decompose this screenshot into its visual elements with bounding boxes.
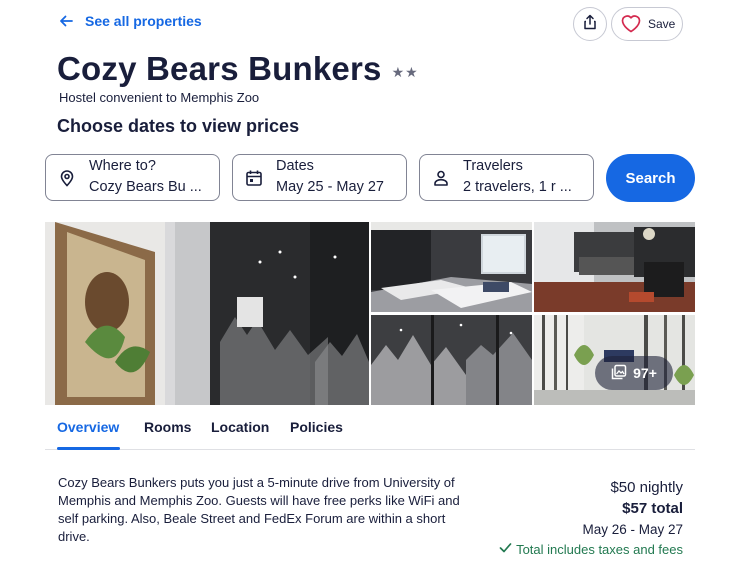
total-price: $57 total	[622, 500, 683, 517]
property-title: Cozy Bears Bunkers	[57, 50, 382, 87]
price-summary: $50 nightly $57 total May 26 - May 27 To…	[499, 478, 683, 560]
gallery-photo-curtains[interactable]	[371, 315, 532, 405]
photo-count-label: 97+	[633, 365, 657, 381]
tab-rooms[interactable]: Rooms	[144, 419, 191, 435]
gallery-photo-main[interactable]	[45, 222, 369, 405]
view-all-photos-button[interactable]: 97+	[595, 356, 673, 390]
dates-value: May 25 - May 27	[276, 179, 384, 195]
price-dates: May 26 - May 27	[582, 522, 683, 537]
arrow-left-icon	[57, 12, 75, 30]
choose-dates-heading: Choose dates to view prices	[57, 116, 300, 136]
nightly-price: $50 nightly	[610, 479, 683, 496]
person-icon	[432, 169, 450, 187]
section-tabs: Overview Rooms Location Policies	[45, 410, 695, 450]
heart-icon	[620, 13, 642, 36]
map-pin-icon	[58, 169, 76, 187]
share-icon	[582, 14, 598, 35]
see-all-properties-link[interactable]: See all properties	[57, 12, 202, 30]
property-description: Cozy Bears Bunkers puts you just a 5-min…	[58, 475, 460, 544]
checkmark-icon	[499, 540, 512, 560]
dates-field[interactable]: Dates May 25 - May 27	[232, 154, 407, 201]
travelers-value: 2 travelers, 1 r ...	[463, 179, 572, 195]
tab-policies[interactable]: Policies	[290, 419, 343, 435]
active-tab-indicator	[57, 447, 120, 450]
share-button[interactable]	[573, 7, 607, 41]
property-subtitle: Hostel convenient to Memphis Zoo	[59, 90, 260, 105]
save-button[interactable]: Save	[611, 7, 683, 41]
destination-field[interactable]: Where to? Cozy Bears Bu ...	[45, 154, 220, 201]
taxes-note-label: Total includes taxes and fees	[516, 542, 683, 557]
destination-value: Cozy Bears Bu ...	[89, 179, 202, 195]
photo-gallery-icon	[611, 364, 627, 383]
destination-label: Where to?	[89, 158, 156, 174]
calendar-icon	[245, 169, 263, 187]
gallery-photo-bedroom[interactable]	[371, 222, 532, 312]
save-label: Save	[648, 17, 676, 31]
back-link-label: See all properties	[85, 13, 202, 29]
taxes-note: Total includes taxes and fees	[499, 540, 683, 560]
top-bar: See all properties Save	[0, 0, 747, 46]
travelers-field[interactable]: Travelers 2 travelers, 1 r ...	[419, 154, 594, 201]
search-button[interactable]: Search	[606, 154, 695, 202]
star-rating: ★★	[391, 63, 419, 80]
title-row: Cozy Bears Bunkers ★★	[57, 50, 419, 88]
dates-label: Dates	[276, 158, 314, 174]
gallery-photo-bunk-room[interactable]	[534, 222, 695, 312]
travelers-label: Travelers	[463, 158, 523, 174]
tab-location[interactable]: Location	[211, 419, 269, 435]
tab-overview[interactable]: Overview	[57, 419, 119, 435]
